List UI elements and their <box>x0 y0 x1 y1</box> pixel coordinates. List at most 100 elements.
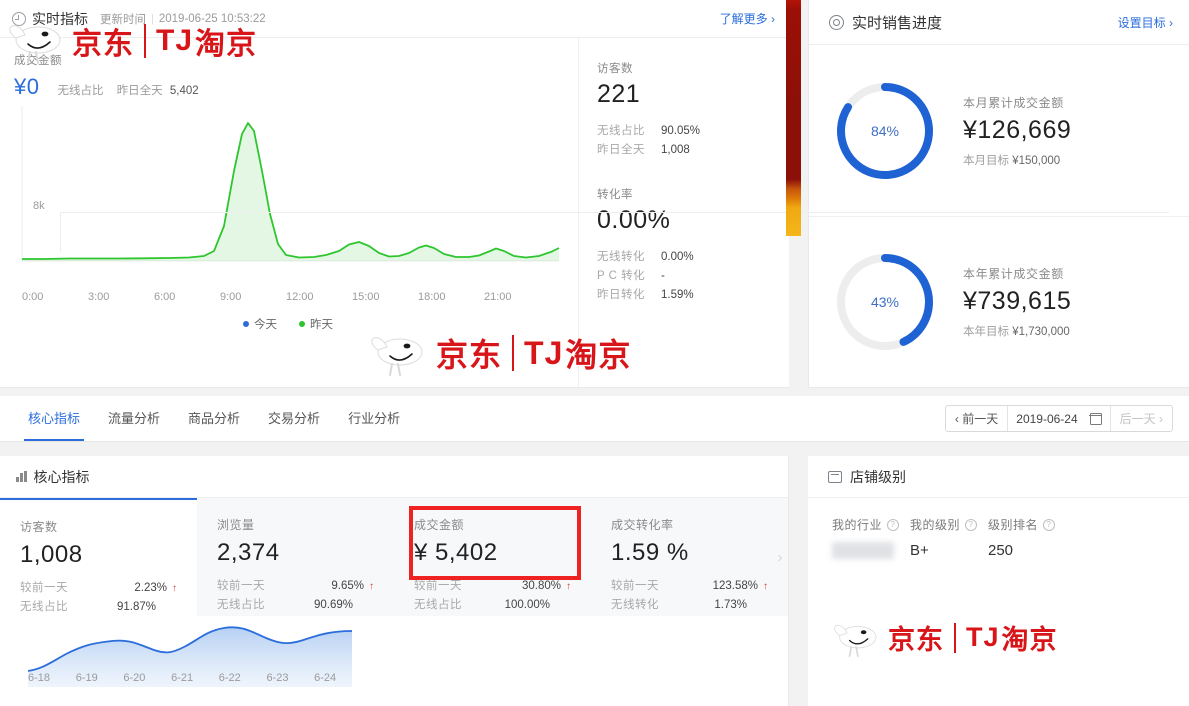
realtime-x-axis: 0:00 3:00 6:00 9:00 12:00 15:00 18:00 21… <box>22 291 562 303</box>
tab-traffic-analysis[interactable]: 流量分析 <box>94 396 174 441</box>
kpi-name: 成交金额 <box>414 518 465 532</box>
realtime-title: 实时指标 <box>32 10 88 27</box>
core-chart-plot-area <box>60 212 1169 252</box>
question-icon[interactable]: ? <box>887 518 900 531</box>
kpi-row-value: 1.73% <box>714 599 747 611</box>
dashboard-page: 实时指标 更新时间 | 2019-06-25 10:53:22 了解更多 › 成… <box>0 0 1189 706</box>
trend-up-icon: ↑ <box>566 581 571 592</box>
stat-row: 无线占比 90.05% <box>597 122 789 141</box>
kpi-row-key: 较前一天 <box>20 582 68 594</box>
tab-transaction-analysis[interactable]: 交易分析 <box>254 396 334 441</box>
stat-row: 昨日转化 1.59% <box>597 286 789 305</box>
learn-more-link[interactable]: 了解更多 › <box>720 10 775 27</box>
core-metrics-header: 核心指标 <box>0 456 788 498</box>
shop-level-title: 店铺级别 <box>850 468 906 485</box>
realtime-metrics-panel: 实时指标 更新时间 | 2019-06-25 10:53:22 了解更多 › 成… <box>0 0 789 388</box>
kpi-value: 1.59 % <box>611 539 689 566</box>
tab-industry-analysis[interactable]: 行业分析 <box>334 396 414 441</box>
x-tick: 6-23 <box>266 672 289 684</box>
shop-column-rank: 级别排名 ? 250 <box>988 516 1066 562</box>
kpi-card-visitors[interactable]: 访客数 1,008 较前一天 2.23%↑ 无线占比 91.87%↑ <box>0 498 197 616</box>
shop-column-industry: 我的行业 ? <box>832 516 910 562</box>
x-tick: 12:00 <box>286 291 314 303</box>
kpi-row: 较前一天 123.58% ↑ <box>611 577 768 596</box>
kpi-row: 无线转化 1.73% ↑ <box>611 596 768 615</box>
column-label-wrap: 我的行业 ? <box>832 516 910 533</box>
kpi-next-arrow[interactable]: › <box>772 498 788 616</box>
target-icon <box>829 14 844 30</box>
row-value: 90.05% <box>661 125 701 137</box>
year-goal-amount: ¥739,615 <box>963 287 1072 315</box>
trend-up-icon: ↑ <box>172 583 177 594</box>
question-icon[interactable]: ? <box>965 518 978 531</box>
kpi-card-pageviews[interactable]: 浏览量 2,374 较前一天 9.65%↑ 无线占比 90.69%↑ <box>197 498 394 616</box>
kpi-card-gmv[interactable]: 成交金额 ¥ 5,402 较前一天 30.80% ↑ 无线占比 100.00% ↑ <box>394 498 591 616</box>
kpi-card-conversion[interactable]: 成交转化率 1.59 % 较前一天 123.58% ↑ 无线转化 1.73% ↑ <box>591 498 788 616</box>
month-target-value: ¥150,000 <box>1012 154 1061 167</box>
previous-day-button[interactable]: ‹ 前一天 <box>946 406 1007 431</box>
kpi-row-key: 较前一天 <box>414 580 462 592</box>
conversion-label: 转化率 <box>597 189 633 201</box>
visitors-rows: 无线占比 90.05% 昨日全天 1,008 <box>597 122 789 160</box>
red-gradient-strip <box>786 0 801 236</box>
clock-icon <box>12 11 26 26</box>
column-label-wrap: 级别排名 ? <box>988 516 1066 533</box>
shop-level-panel: 店铺级别 我的行业 ? 我的级别 ? B+ 级别排名 ? 250 <box>808 456 1189 706</box>
shop-level-columns: 我的行业 ? 我的级别 ? B+ 级别排名 ? 250 <box>808 498 1189 562</box>
x-tick: 3:00 <box>88 291 110 303</box>
next-day-button[interactable]: 后一天 › <box>1111 406 1172 431</box>
month-goal-name: 本月累计成交金额 <box>963 95 1064 110</box>
tab-core-metrics[interactable]: 核心指标 <box>14 396 94 441</box>
kpi-value: 2,374 <box>217 539 280 566</box>
rank-value: 250 <box>988 542 1014 559</box>
sales-progress-title: 实时销售进度 <box>852 14 943 32</box>
sales-progress-header: 实时销售进度 设置目标 › <box>809 0 1189 45</box>
x-tick: 18:00 <box>418 291 446 303</box>
tab-product-analysis[interactable]: 商品分析 <box>174 396 254 441</box>
row-value: - <box>661 270 665 282</box>
x-tick: 6-22 <box>218 672 241 684</box>
column-label: 级别排名 <box>988 518 1039 532</box>
shop-icon <box>828 470 842 483</box>
month-target-label: 本月目标 <box>963 154 1009 167</box>
calendar-icon[interactable] <box>1089 412 1102 425</box>
shop-level-trend-chart <box>27 626 353 687</box>
legend-item-today[interactable]: 今天 <box>243 315 277 333</box>
x-tick: 21:00 <box>484 291 512 303</box>
industry-value-blurred <box>832 542 894 559</box>
update-time-label: 更新时间 <box>100 13 146 26</box>
x-tick: 6-19 <box>75 672 98 684</box>
year-target-label: 本年目标 <box>963 326 1009 338</box>
kpi-row: 较前一天 30.80% ↑ <box>414 577 571 596</box>
conversion-rows: 无线转化 0.00% P C 转化 - 昨日转化 1.59% <box>597 248 789 305</box>
date-picker: ‹ 前一天 2019-06-24 后一天 › <box>944 405 1173 432</box>
legend-label: 今天 <box>254 319 277 331</box>
kpi-value: ¥ 5,402 <box>414 539 498 566</box>
visitors-value: 221 <box>597 80 641 108</box>
kpi-value: 1,008 <box>20 541 83 568</box>
kpi-row-key: 较前一天 <box>217 580 265 592</box>
x-tick: 6-18 <box>28 672 51 684</box>
column-label: 我的行业 <box>832 518 883 532</box>
set-goal-link[interactable]: 设置目标 › <box>1118 14 1173 31</box>
kpi-row-value: 123.58% <box>712 580 758 592</box>
trend-up-icon: ↑ <box>369 581 374 592</box>
date-display[interactable]: 2019-06-24 <box>1007 406 1111 431</box>
update-separator: | <box>151 12 154 25</box>
legend-item-yesterday[interactable]: 昨天 <box>299 315 333 333</box>
kpi-name: 成交转化率 <box>611 518 674 532</box>
x-tick: 0:00 <box>22 291 44 303</box>
stat-row: 昨日全天 1,008 <box>597 141 789 160</box>
legend-label: 昨天 <box>310 319 333 331</box>
year-goal-text: 本年累计成交金额 ¥739,615 本年目标 ¥1,730,000 <box>963 265 1071 339</box>
month-goal-amount: ¥126,669 <box>963 115 1072 144</box>
x-tick: 6-21 <box>171 672 194 684</box>
column-label: 我的级别 <box>910 518 961 532</box>
year-progress-donut: 43% <box>831 248 939 356</box>
kpi-row: 无线占比 100.00% ↑ <box>414 596 571 615</box>
core-metrics-title: 核心指标 <box>33 468 90 485</box>
realtime-header: 实时指标 更新时间 | 2019-06-25 10:53:22 了解更多 › <box>0 0 789 38</box>
legend-dot-icon <box>299 320 305 327</box>
question-icon[interactable]: ? <box>1043 518 1056 531</box>
row-key: 昨日转化 <box>597 289 645 301</box>
